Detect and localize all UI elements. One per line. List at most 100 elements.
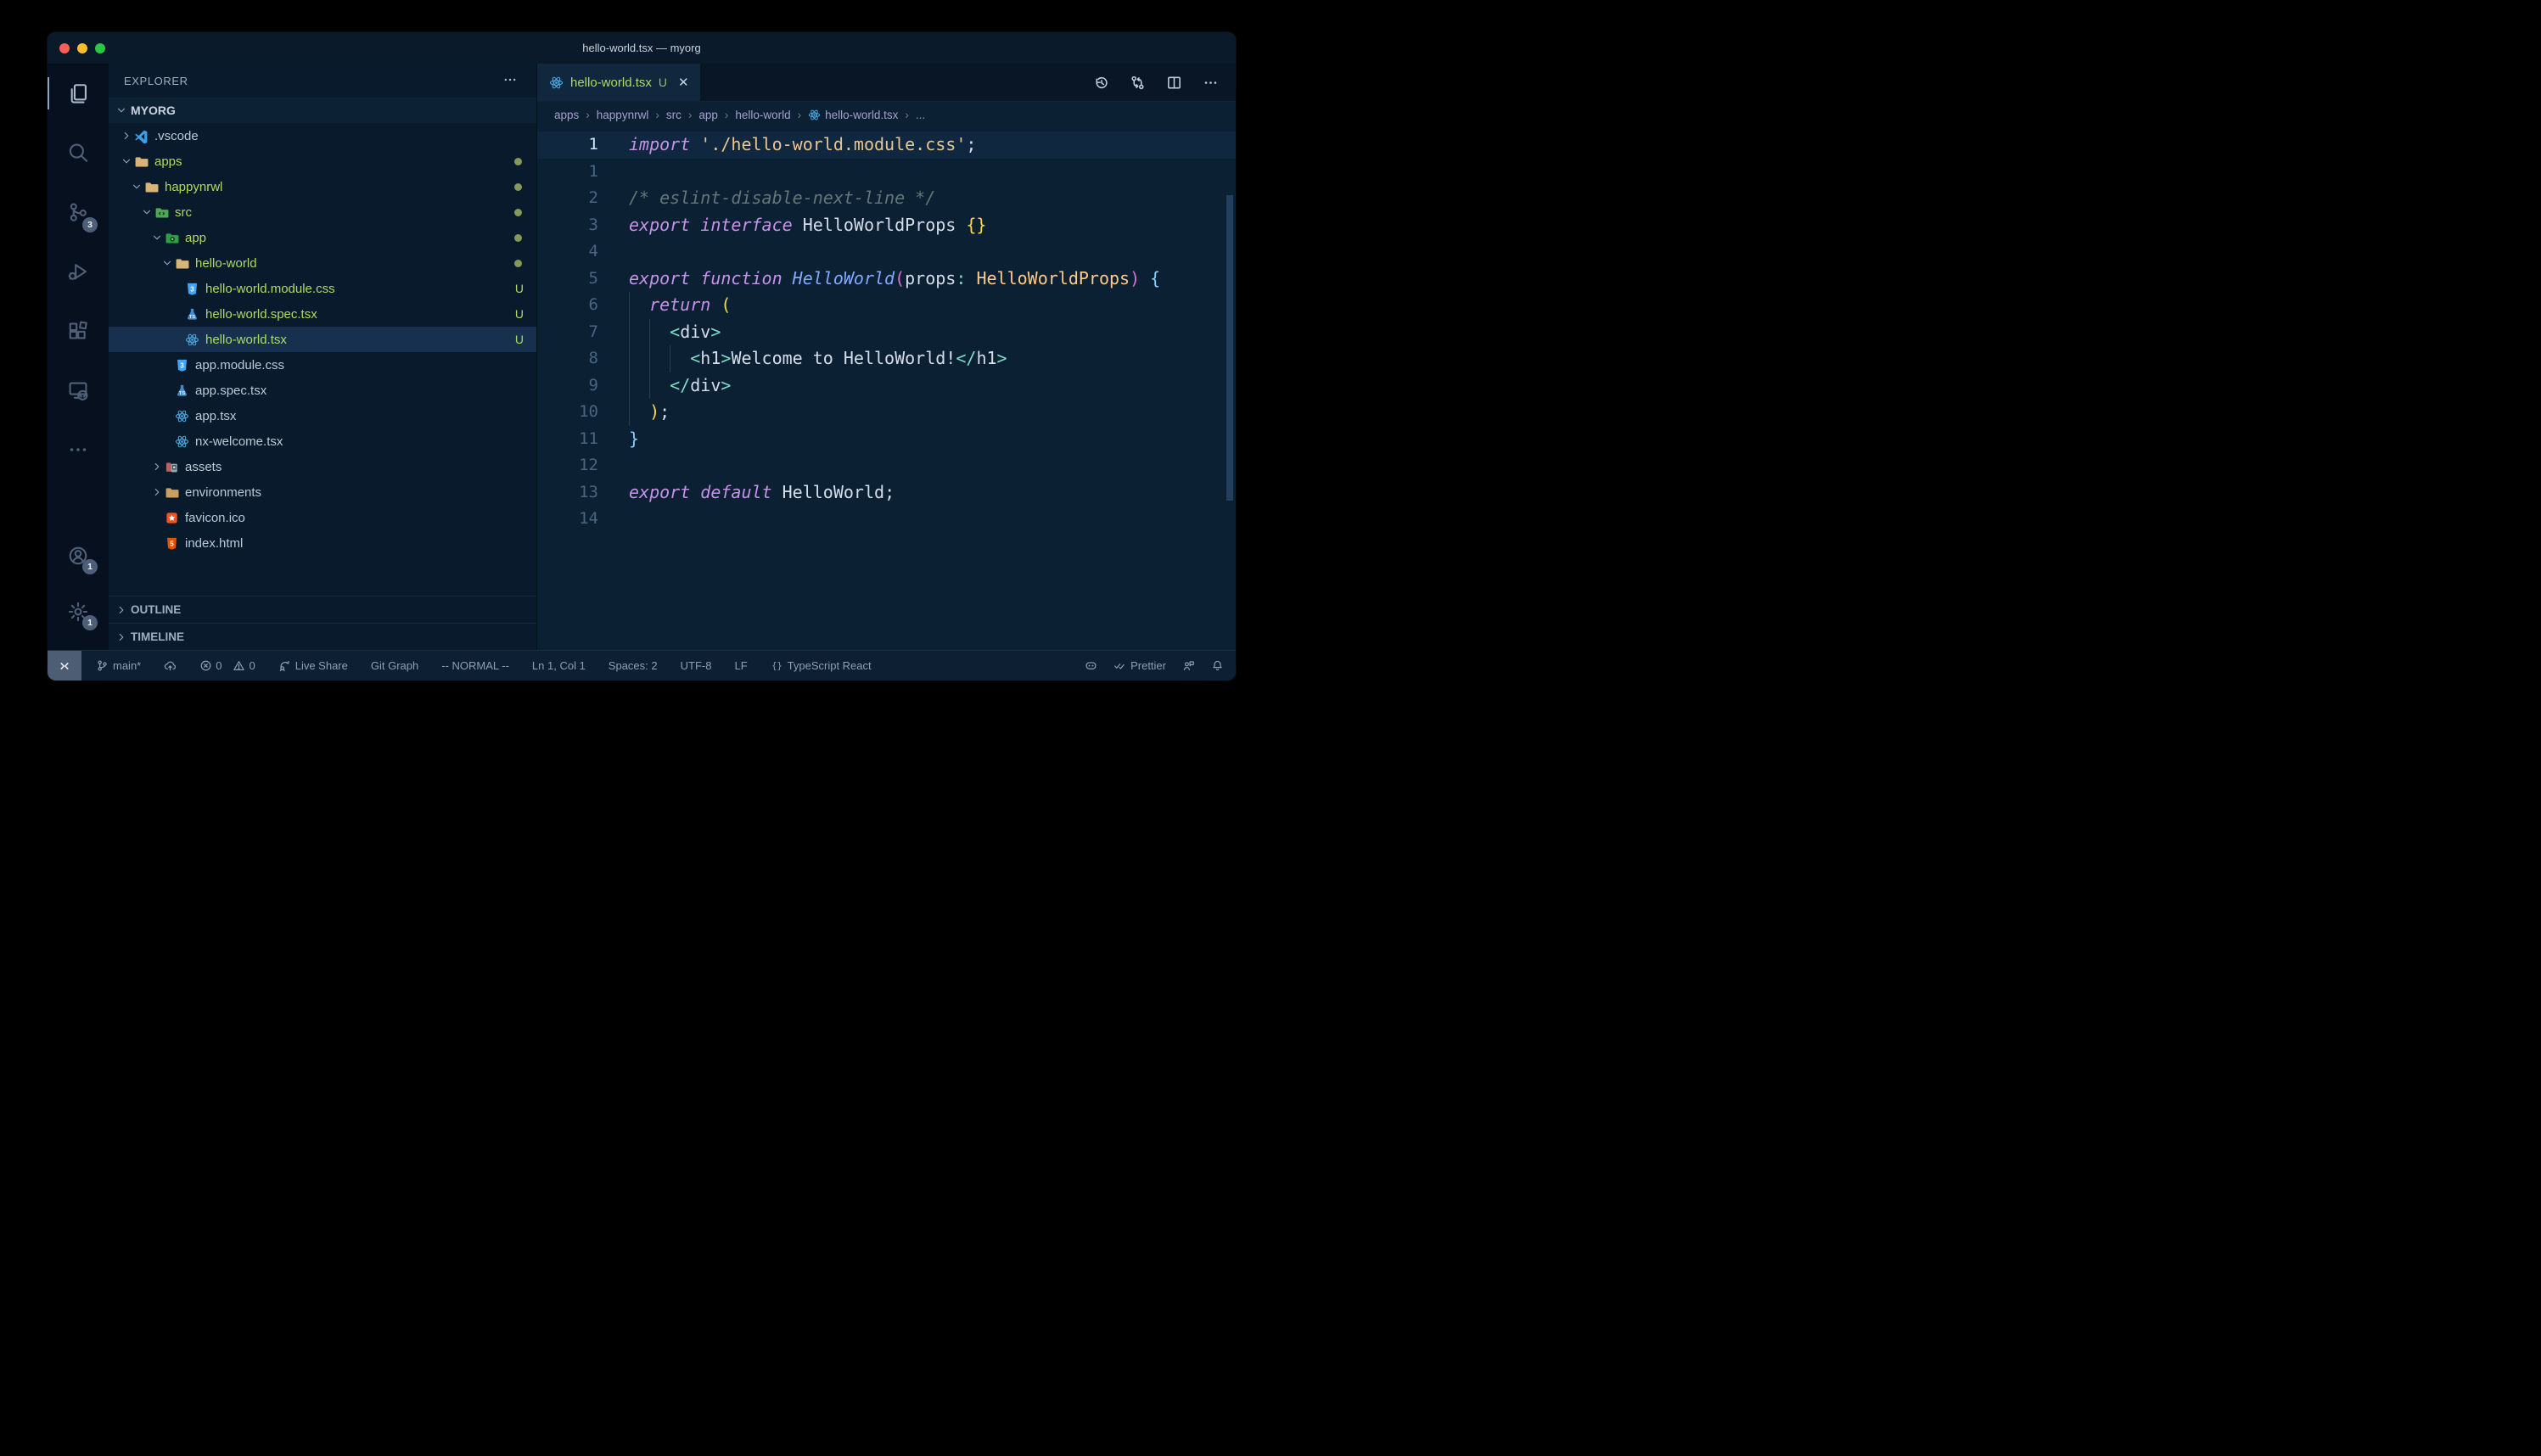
tree-item-nx-welcome.tsx[interactable]: nx-welcome.tsx (109, 428, 536, 454)
code-line[interactable]: 14 (537, 506, 1236, 533)
folder-icon (133, 154, 149, 169)
tab-strip: hello-world.tsxU✕ (537, 64, 1236, 102)
line-number: 1 (537, 159, 598, 186)
code-line[interactable]: 6 return ( (537, 292, 1236, 319)
status-bar-right: Prettier (1085, 659, 1236, 672)
breadcrumb-item-hello-world.tsx[interactable]: hello-world.tsx (808, 109, 898, 121)
tree-item-src[interactable]: src (109, 199, 536, 225)
activity-item-settings[interactable]: 1 (48, 584, 109, 640)
tab-hello-world.tsx[interactable]: hello-world.tsxU✕ (537, 64, 700, 101)
status-item-vim-mode[interactable]: -- NORMAL -- (441, 659, 509, 672)
tree-item-hello-world.module.css[interactable]: 3hello-world.module.cssU (109, 276, 536, 301)
tree-item-label: hello-world.spec.tsx (205, 307, 317, 322)
code-line[interactable]: 12 (537, 452, 1236, 479)
status-item-remote-window[interactable] (48, 651, 81, 680)
code-line[interactable]: 9 </div> (537, 372, 1236, 400)
activity-item-accounts[interactable]: 1 (48, 528, 109, 584)
tree-item-.vscode[interactable]: .vscode (109, 123, 536, 148)
line-number: 11 (537, 426, 598, 453)
tree-item-app[interactable]: app (109, 225, 536, 250)
status-item-notifications[interactable] (1211, 659, 1224, 672)
code-line[interactable]: 7 <div> (537, 319, 1236, 346)
breadcrumb-item-app[interactable]: app (698, 109, 718, 121)
folder-env-icon (164, 484, 179, 500)
explorer-more-actions-button[interactable] (502, 72, 518, 90)
status-item-sync-changes[interactable] (164, 659, 177, 672)
status-item-prettier[interactable]: Prettier (1113, 659, 1166, 672)
breadcrumb-item-...[interactable]: ... (916, 109, 925, 121)
code-token (956, 215, 966, 235)
status-item-language-mode[interactable]: {}TypeScript React (771, 659, 872, 672)
minimize-button[interactable] (77, 43, 87, 53)
tree-item-hello-world[interactable]: hello-world (109, 250, 536, 276)
activity-item-search[interactable] (48, 123, 109, 182)
code-line[interactable]: 10 ); (537, 399, 1236, 426)
activity-item-run-debug[interactable] (48, 242, 109, 301)
code-line[interactable]: 5export function HelloWorld(props: Hello… (537, 266, 1236, 293)
history-icon[interactable] (1093, 75, 1109, 91)
status-item-problems[interactable]: 00 (199, 659, 255, 672)
indent-guide (649, 345, 650, 372)
debug-icon (67, 260, 89, 283)
sidebar-section-outline[interactable]: OUTLINE (109, 596, 536, 623)
code-line[interactable]: 3export interface HelloWorldProps {} (537, 212, 1236, 239)
tree-item-app.spec.tsx[interactable]: TSapp.spec.tsx (109, 378, 536, 403)
breadcrumb-label: apps (554, 109, 579, 121)
tree-item-index.html[interactable]: 5index.html (109, 530, 536, 556)
sidebar-section-timeline[interactable]: TIMELINE (109, 623, 536, 650)
tree-item-assets[interactable]: assets (109, 454, 536, 479)
line-number: 8 (537, 345, 598, 372)
explorer-title: EXPLORER (124, 75, 188, 87)
tree-item-hello-world.spec.tsx[interactable]: TShello-world.spec.tsxU (109, 301, 536, 327)
status-item-indentation[interactable]: Spaces: 2 (609, 659, 658, 672)
code-line[interactable]: 1import './hello-world.module.css'; (537, 132, 1236, 159)
activity-item-explorer[interactable] (48, 64, 109, 123)
section-label: OUTLINE (131, 603, 181, 616)
tree-item-environments[interactable]: environments (109, 479, 536, 505)
activity-item-remote-explorer[interactable] (48, 361, 109, 420)
tab-close-icon[interactable]: ✕ (678, 75, 689, 90)
activity-item-source-control[interactable]: 3 (48, 182, 109, 242)
tree-item-apps[interactable]: apps (109, 148, 536, 174)
tree-item-happynrwl[interactable]: happynrwl (109, 174, 536, 199)
test-icon: TS (184, 306, 199, 322)
close-button[interactable] (59, 43, 70, 53)
status-item-encoding[interactable]: UTF-8 (681, 659, 712, 672)
code-line[interactable]: 1 (537, 159, 1236, 186)
status-item-git-branch[interactable]: main* (96, 659, 141, 672)
workspace-root-row[interactable]: MYORG (109, 98, 536, 123)
status-item-feedback[interactable] (1182, 659, 1195, 672)
breadcrumb-label: src (666, 109, 682, 121)
status-item-cursor-position[interactable]: Ln 1, Col 1 (532, 659, 586, 672)
tree-item-hello-world.tsx[interactable]: hello-world.tsxU (109, 327, 536, 352)
ellipsis-icon[interactable] (1203, 75, 1219, 91)
breadcrumb-item-src[interactable]: src (666, 109, 682, 121)
tree-item-label: happynrwl (165, 180, 222, 194)
breadcrumb-item-hello-world[interactable]: hello-world (735, 109, 790, 121)
code-line[interactable]: 13export default HelloWorld; (537, 479, 1236, 507)
breadcrumb-item-happynrwl[interactable]: happynrwl (597, 109, 649, 121)
copilot-icon (1085, 659, 1097, 672)
tree-item-label: assets (185, 460, 222, 474)
breadcrumb-label: happynrwl (597, 109, 649, 121)
code-line[interactable]: 4 (537, 238, 1236, 266)
split-editor-icon[interactable] (1166, 75, 1182, 91)
activity-item-more-views[interactable] (48, 420, 109, 479)
code-line[interactable]: 11} (537, 426, 1236, 453)
activity-item-extensions[interactable] (48, 301, 109, 361)
status-item-live-share[interactable]: Live Share (278, 659, 348, 672)
compare-icon[interactable] (1130, 75, 1146, 91)
tree-item-favicon.ico[interactable]: favicon.ico (109, 505, 536, 530)
tree-item-app.module.css[interactable]: 3app.module.css (109, 352, 536, 378)
breadcrumb-item-apps[interactable]: apps (554, 109, 579, 121)
status-item-git-graph[interactable]: Git Graph (371, 659, 418, 672)
status-item-eol-sequence[interactable]: LF (734, 659, 747, 672)
code-token (629, 294, 649, 315)
tree-item-app.tsx[interactable]: app.tsx (109, 403, 536, 428)
code-line[interactable]: 2/* eslint-disable-next-line */ (537, 185, 1236, 212)
code-editor[interactable]: 1import './hello-world.module.css';12/* … (537, 127, 1236, 650)
section-label: TIMELINE (131, 630, 184, 643)
code-line[interactable]: 8 <h1>Welcome to HelloWorld!</h1> (537, 345, 1236, 372)
zoom-button[interactable] (95, 43, 105, 53)
status-item-copilot[interactable] (1085, 659, 1097, 672)
